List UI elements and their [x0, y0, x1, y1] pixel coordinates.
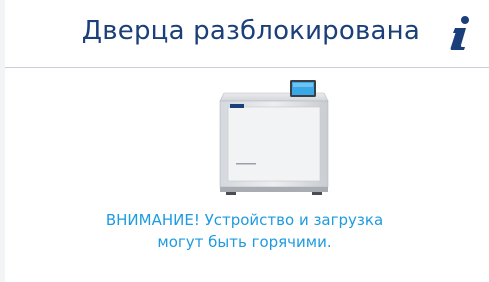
- header-divider: [5, 67, 489, 68]
- warning-line-1: ВНИМАНИЕ! Устройство и загрузка: [105, 211, 384, 229]
- page-title: Дверца разблокирована: [81, 16, 420, 46]
- door-unlocked-screen: Дверца разблокирована ВНИМАНИЕ! Устройст…: [0, 0, 489, 282]
- warning-message: ВНИМАНИЕ! Устройство и загрузка могут бы…: [0, 209, 489, 253]
- info-icon: [450, 16, 469, 50]
- header-bar: Дверца разблокирована: [0, 0, 489, 67]
- autoclave-image: [218, 77, 330, 195]
- info-button[interactable]: [446, 14, 476, 52]
- warning-line-2: могут быть горячими.: [157, 233, 332, 251]
